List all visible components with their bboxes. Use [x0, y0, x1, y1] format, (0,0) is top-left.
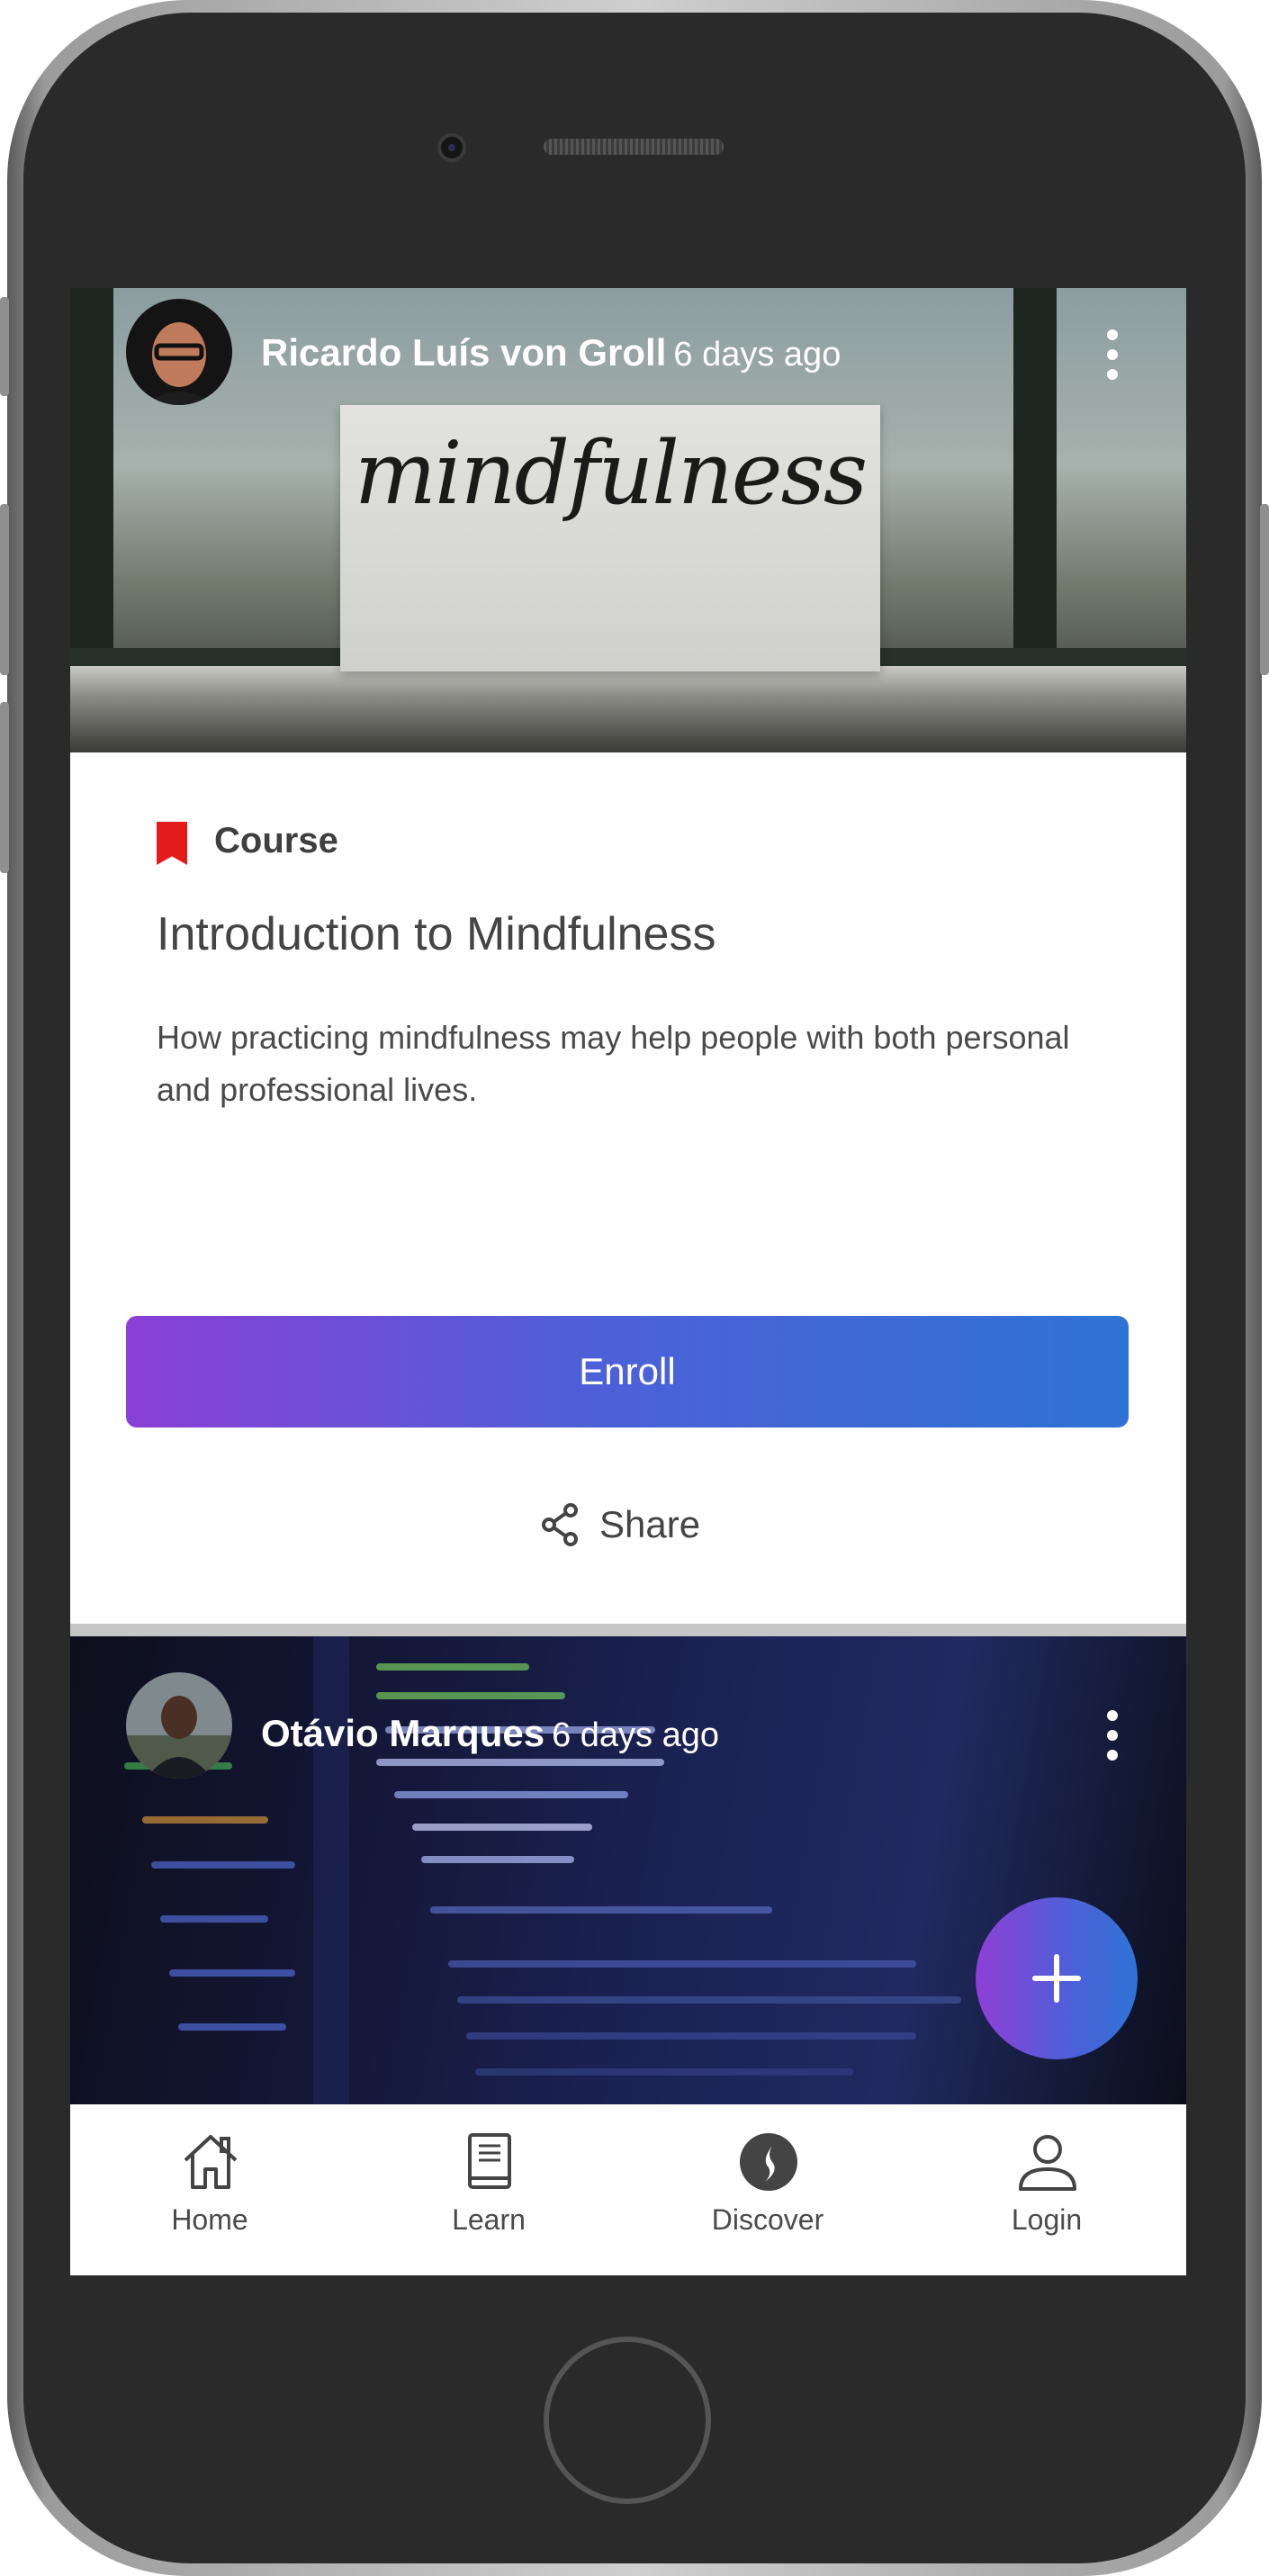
post-type-label: Course [214, 821, 338, 860]
volume-up-button [0, 504, 9, 675]
author-name[interactable]: Ricardo Luís von Groll [261, 331, 666, 374]
tab-home[interactable]: Home [70, 2104, 349, 2275]
plus-icon [1032, 1954, 1081, 2003]
tab-login[interactable]: Login [907, 2104, 1186, 2275]
share-button[interactable]: Share [540, 1498, 700, 1552]
home-icon [184, 2135, 238, 2189]
tab-label: Learn [452, 2203, 526, 2236]
handwritten-word: mindfulness [354, 423, 868, 524]
app-screen: mindfulness Ricardo Luís von Groll 6 days… [70, 288, 1186, 2275]
course-title[interactable]: Introduction to Mindfulness [157, 907, 716, 961]
author-line: Ricardo Luís von Groll 6 days ago [261, 331, 841, 374]
power-button [1260, 504, 1269, 675]
volume-down-button [0, 702, 9, 873]
front-camera [437, 133, 466, 162]
tab-learn[interactable]: Learn [349, 2104, 628, 2275]
course-description: How practicing mindfulness may help peop… [157, 1019, 1070, 1108]
more-options-icon[interactable] [1094, 1710, 1130, 1764]
enroll-button[interactable]: Enroll [126, 1316, 1129, 1428]
earpiece-speaker [544, 139, 724, 155]
post-time: 6 days ago [673, 336, 842, 374]
post-header: Ricardo Luís von Groll 6 days ago [70, 293, 1186, 405]
bookmark-icon [157, 822, 187, 865]
home-hardware-button[interactable] [544, 2337, 711, 2504]
tab-label: Home [171, 2203, 248, 2236]
avatar[interactable] [126, 1672, 232, 1779]
more-options-icon[interactable] [1094, 329, 1130, 383]
tab-label: Login [1011, 2203, 1083, 2236]
avatar[interactable] [126, 299, 232, 405]
compass-icon [740, 2133, 797, 2191]
book-icon [468, 2133, 511, 2189]
mute-switch [0, 297, 9, 396]
author-line: Otávio Marques 6 days ago [261, 1712, 719, 1755]
share-label: Share [599, 1503, 701, 1545]
tab-discover[interactable]: Discover [628, 2104, 907, 2275]
post-divider [70, 1624, 1186, 1636]
user-icon [1019, 2135, 1076, 2191]
post-time: 6 days ago [552, 1716, 720, 1754]
author-name[interactable]: Otávio Marques [261, 1712, 544, 1754]
create-post-button[interactable] [976, 1897, 1138, 2059]
post-header: Otávio Marques 6 days ago [70, 1672, 1186, 1782]
share-icon [542, 1503, 578, 1546]
bottom-tab-bar: Home Learn Discover Login [70, 2104, 1186, 2275]
tab-label: Discover [711, 2203, 824, 2236]
